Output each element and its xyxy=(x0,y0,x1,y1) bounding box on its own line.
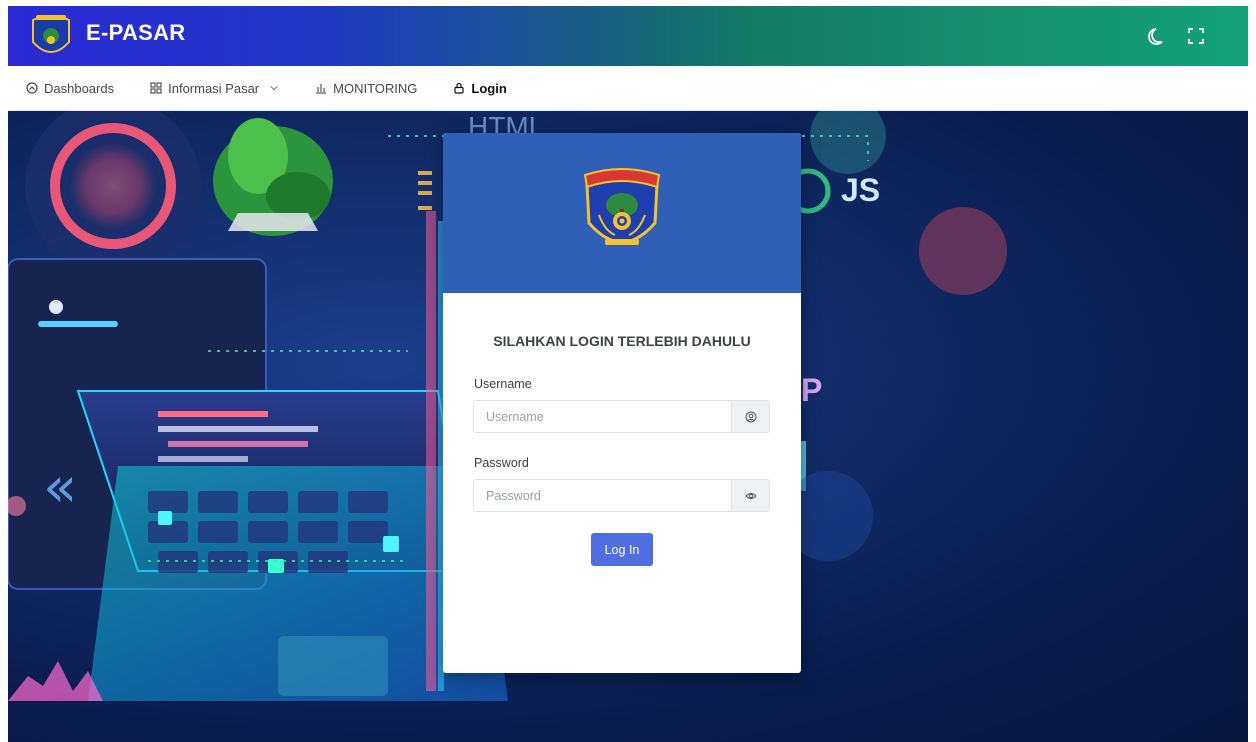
page: E-PASAR Dashboards Informasi Pasar MONIT… xyxy=(0,0,1256,742)
lock-icon xyxy=(454,82,465,94)
user-icon xyxy=(731,401,769,432)
nav-item-label: Dashboards xyxy=(44,80,115,96)
username-input[interactable] xyxy=(474,401,731,432)
login-button[interactable]: Log In xyxy=(591,533,653,566)
dashboard-icon xyxy=(26,82,38,94)
grid-icon xyxy=(150,82,162,94)
regency-logo-icon[interactable] xyxy=(30,12,72,62)
chevron-down-icon xyxy=(270,86,278,91)
bar-chart-icon xyxy=(316,84,327,94)
login-card: SILAHKAN LOGIN TERLEBIH DAHULU Username … xyxy=(443,133,801,673)
login-card-header xyxy=(443,133,801,293)
svg-text:«: « xyxy=(43,455,77,520)
nav-item-label: MONITORING xyxy=(333,80,418,96)
main-nav: Dashboards Informasi Pasar MONITORING Lo… xyxy=(8,66,1248,111)
nav-item-informasi-pasar[interactable]: Informasi Pasar xyxy=(150,81,279,96)
fullscreen-icon[interactable] xyxy=(1184,24,1208,48)
login-title: SILAHKAN LOGIN TERLEBIH DAHULU xyxy=(493,333,751,349)
nav-item-label: Informasi Pasar xyxy=(168,80,260,96)
nav-item-login[interactable]: Login xyxy=(453,80,507,96)
password-label: Password xyxy=(474,456,529,470)
username-label: Username xyxy=(474,377,532,391)
nav-item-label: Login xyxy=(471,80,507,96)
svg-text:JS: JS xyxy=(841,172,880,208)
password-field-group xyxy=(473,479,770,512)
nav-item-monitoring[interactable]: MONITORING xyxy=(315,81,417,96)
nav-item-dashboards[interactable]: Dashboards xyxy=(26,81,114,96)
password-input[interactable] xyxy=(474,480,731,511)
ogan-komering-ilir-emblem-icon xyxy=(583,168,661,245)
svg-text:P: P xyxy=(801,372,822,408)
username-field-group xyxy=(473,400,770,433)
app-title[interactable]: E-PASAR xyxy=(86,20,185,46)
dark-mode-toggle-icon[interactable] xyxy=(1146,24,1170,48)
eye-icon[interactable] xyxy=(731,480,769,511)
top-header: E-PASAR xyxy=(8,6,1248,66)
